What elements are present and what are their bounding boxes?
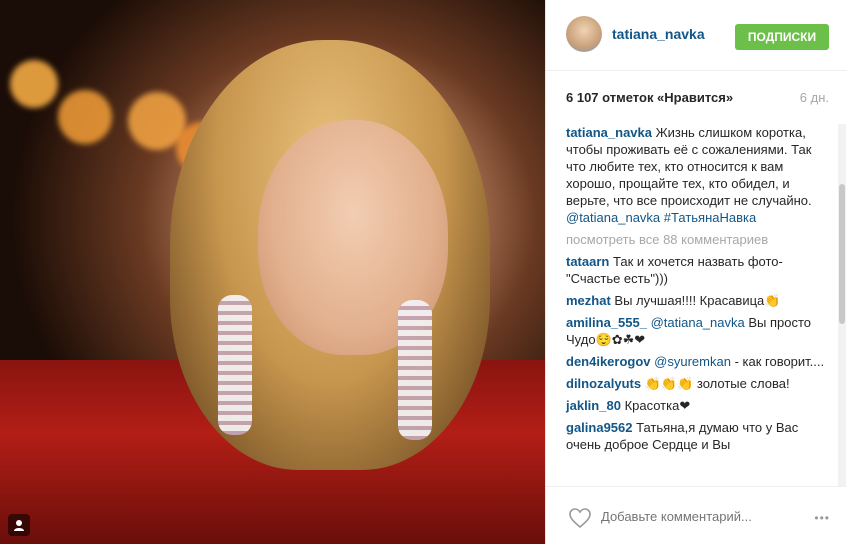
caption-mention[interactable]: @tatiana_navka (566, 210, 660, 225)
comment-user[interactable]: mezhat (566, 293, 611, 308)
comment-item: amilina_555_ @tatiana_navka Вы просто Чу… (566, 314, 826, 348)
view-all-comments-link[interactable]: посмотреть все 88 комментариев (566, 231, 826, 248)
comment-text: Вы лучшая!!!! Красавица👏 (614, 293, 781, 308)
post-age[interactable]: 6 дн. (800, 90, 829, 105)
avatar[interactable] (566, 16, 602, 52)
comment-user[interactable]: amilina_555_ (566, 315, 647, 330)
comment-user[interactable]: jaklin_80 (566, 398, 621, 413)
comments-scrollbar[interactable] (838, 124, 846, 486)
comment-user[interactable]: dilnozalyuts (566, 376, 641, 391)
likes-row: 6 107 отметок «Нравится» 6 дн. (566, 90, 829, 105)
comment-user[interactable]: tataarn (566, 254, 609, 269)
post-sidebar: tatiana_navka ПОДПИСКИ 6 107 отметок «Нр… (545, 0, 847, 544)
comment-text: - как говорит.... (734, 354, 825, 369)
comment-item: den4ikerogov @syuremkan - как говорит...… (566, 353, 826, 370)
comment-item: mezhat Вы лучшая!!!! Красавица👏 (566, 292, 826, 309)
bokeh-light (58, 90, 112, 144)
more-icon[interactable]: ••• (814, 511, 830, 525)
bokeh-light (10, 60, 58, 108)
comment-text: 👏👏👏 золотые слова! (644, 376, 790, 391)
comment-text: Красотка❤ (624, 398, 691, 413)
caption-user[interactable]: tatiana_navka (566, 125, 652, 140)
comment-mention[interactable]: @tatiana_navka (651, 315, 745, 330)
comment-user[interactable]: den4ikerogov (566, 354, 651, 369)
comments-list: tatiana_navka Жизнь слишком коротка, что… (566, 124, 826, 458)
username[interactable]: tatiana_navka (612, 26, 705, 42)
comment-item: tataarn Так и хочется назвать фото-"Счас… (566, 253, 826, 287)
comment-item: galina9562 Татьяна,я думаю что у Вас оче… (566, 419, 826, 453)
heart-icon[interactable] (568, 507, 592, 529)
caption-hashtag[interactable]: #ТатьянаНавка (664, 210, 756, 225)
caption: tatiana_navka Жизнь слишком коротка, что… (566, 124, 826, 226)
earring-left (218, 295, 252, 435)
comment-user[interactable]: galina9562 (566, 420, 633, 435)
post-footer: ••• (546, 486, 847, 545)
user-tag-badge[interactable] (8, 514, 30, 536)
camera-icon (14, 520, 24, 531)
comment-mention[interactable]: @syuremkan (654, 354, 731, 369)
likes-count[interactable]: 6 107 отметок «Нравится» (566, 90, 733, 105)
post-header: tatiana_navka ПОДПИСКИ (546, 0, 847, 71)
comment-item: jaklin_80 Красотка❤ (566, 397, 826, 414)
follow-button[interactable]: ПОДПИСКИ (735, 24, 829, 50)
add-comment-input[interactable] (601, 509, 801, 524)
scrollbar-thumb[interactable] (839, 184, 845, 324)
earring-right (398, 300, 432, 440)
post-photo[interactable] (0, 0, 545, 544)
comment-item: dilnozalyuts 👏👏👏 золотые слова! (566, 375, 826, 392)
